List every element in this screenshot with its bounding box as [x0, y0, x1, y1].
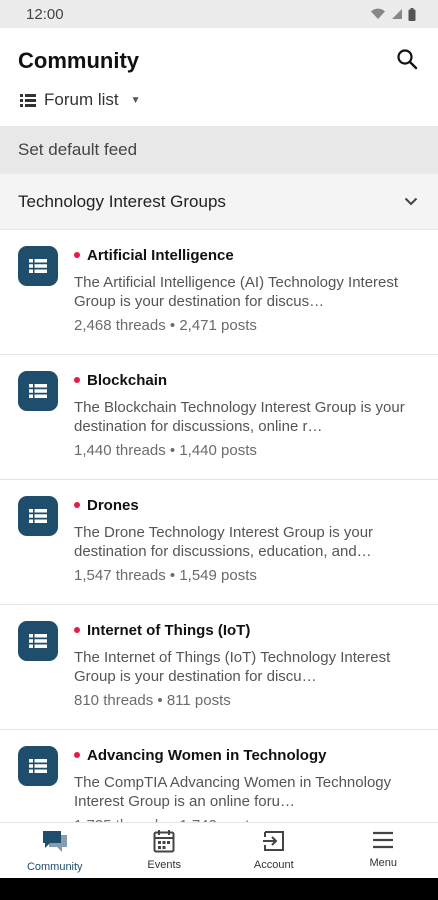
- forum-list-icon: [29, 509, 47, 523]
- unread-dot: [74, 252, 80, 258]
- unread-dot: [74, 502, 80, 508]
- forum-item[interactable]: Blockchain The Blockchain Technology Int…: [0, 355, 438, 480]
- status-bar: 12:00: [0, 0, 438, 28]
- chevron-down-icon: [404, 197, 418, 206]
- search-button[interactable]: [394, 46, 420, 72]
- group-title: Technology Interest Groups: [18, 191, 226, 211]
- nav-account[interactable]: Account: [219, 823, 329, 878]
- system-navigation-bar: [0, 878, 438, 900]
- forum-description: The Internet of Things (IoT) Technology …: [74, 649, 391, 685]
- forum-stats: 2,468 threads • 2,471 posts: [74, 317, 257, 334]
- forum-stats: 1,440 threads • 1,440 posts: [74, 442, 257, 459]
- forum-description: The Artificial Intelligence (AI) Technol…: [74, 274, 399, 310]
- hamburger-menu-icon: [373, 831, 394, 849]
- forum-item[interactable]: Internet of Things (IoT) The Internet of…: [0, 605, 438, 730]
- forum-title-row: Internet of Things (IoT): [74, 621, 420, 639]
- forum-icon: [18, 371, 58, 411]
- nav-menu-label: Menu: [369, 857, 398, 869]
- unread-dot: [74, 377, 80, 383]
- forum-stats: 1,547 threads • 1,549 posts: [74, 567, 257, 584]
- forum-list-icon: [29, 634, 47, 648]
- nav-menu[interactable]: Menu: [329, 823, 438, 878]
- forum-title-row: Blockchain: [74, 371, 420, 389]
- wifi-icon: [371, 8, 385, 19]
- view-selector[interactable]: Forum list ▼: [20, 90, 141, 110]
- forum-title: Drones: [87, 496, 139, 514]
- forum-description: The Blockchain Technology Interest Group…: [74, 399, 405, 435]
- nav-community[interactable]: Community: [0, 823, 110, 878]
- forum-title-row: Artificial Intelligence: [74, 246, 420, 264]
- forum-icon: [18, 621, 58, 661]
- forum-body: Internet of Things (IoT) The Internet of…: [74, 621, 420, 729]
- forum-list-icon: [29, 759, 47, 773]
- battery-icon: [408, 7, 416, 21]
- forum-icon: [18, 246, 58, 286]
- nav-account-label: Account: [253, 859, 294, 871]
- forum-body: Artificial Intelligence The Artificial I…: [74, 246, 420, 354]
- forum-item[interactable]: Drones The Drone Technology Interest Gro…: [0, 480, 438, 605]
- forum-stats: 810 threads • 811 posts: [74, 692, 231, 709]
- page-title: Community: [18, 48, 139, 73]
- view-selector-label: Forum list: [44, 90, 119, 109]
- account-login-icon: [262, 831, 284, 851]
- forum-icon: [18, 496, 58, 536]
- forum-title-row: Drones: [74, 496, 420, 514]
- bottom-navigation: Community Events Account Menu: [0, 822, 438, 878]
- list-icon: [20, 93, 36, 107]
- calendar-icon: [153, 830, 175, 853]
- search-icon: [397, 49, 418, 70]
- forum-body: Blockchain The Blockchain Technology Int…: [74, 371, 420, 479]
- forum-list-icon: [29, 384, 47, 398]
- forum-list-icon: [29, 259, 47, 273]
- forum-title-row: Advancing Women in Technology: [74, 746, 420, 764]
- forum-item[interactable]: Artificial Intelligence The Artificial I…: [0, 230, 438, 355]
- forum-body: Drones The Drone Technology Interest Gro…: [74, 496, 420, 604]
- community-icon: [42, 831, 67, 852]
- status-icons: [370, 7, 416, 21]
- forum-list: Artificial Intelligence The Artificial I…: [0, 230, 438, 855]
- default-feed-label: Set default feed: [18, 140, 138, 159]
- forum-title: Internet of Things (IoT): [87, 621, 251, 639]
- forum-title: Advancing Women in Technology: [87, 746, 327, 764]
- nav-events[interactable]: Events: [110, 823, 220, 878]
- unread-dot: [74, 752, 80, 758]
- forum-icon: [18, 746, 58, 786]
- app-header: Community Forum list ▼: [0, 28, 438, 126]
- signal-icon: [392, 9, 402, 19]
- forum-description: The Drone Technology Interest Group is y…: [74, 524, 374, 560]
- forum-title: Artificial Intelligence: [87, 246, 234, 264]
- nav-community-label: Community: [26, 861, 83, 873]
- unread-dot: [74, 627, 80, 633]
- forum-description: The CompTIA Advancing Women in Technolog…: [74, 774, 392, 810]
- group-header[interactable]: Technology Interest Groups: [0, 174, 438, 230]
- nav-events-label: Events: [147, 859, 182, 871]
- forum-title: Blockchain: [87, 371, 168, 389]
- status-time: 12:00: [26, 5, 64, 23]
- set-default-feed-button[interactable]: Set default feed: [0, 126, 438, 174]
- caret-down-icon: ▼: [130, 94, 141, 106]
